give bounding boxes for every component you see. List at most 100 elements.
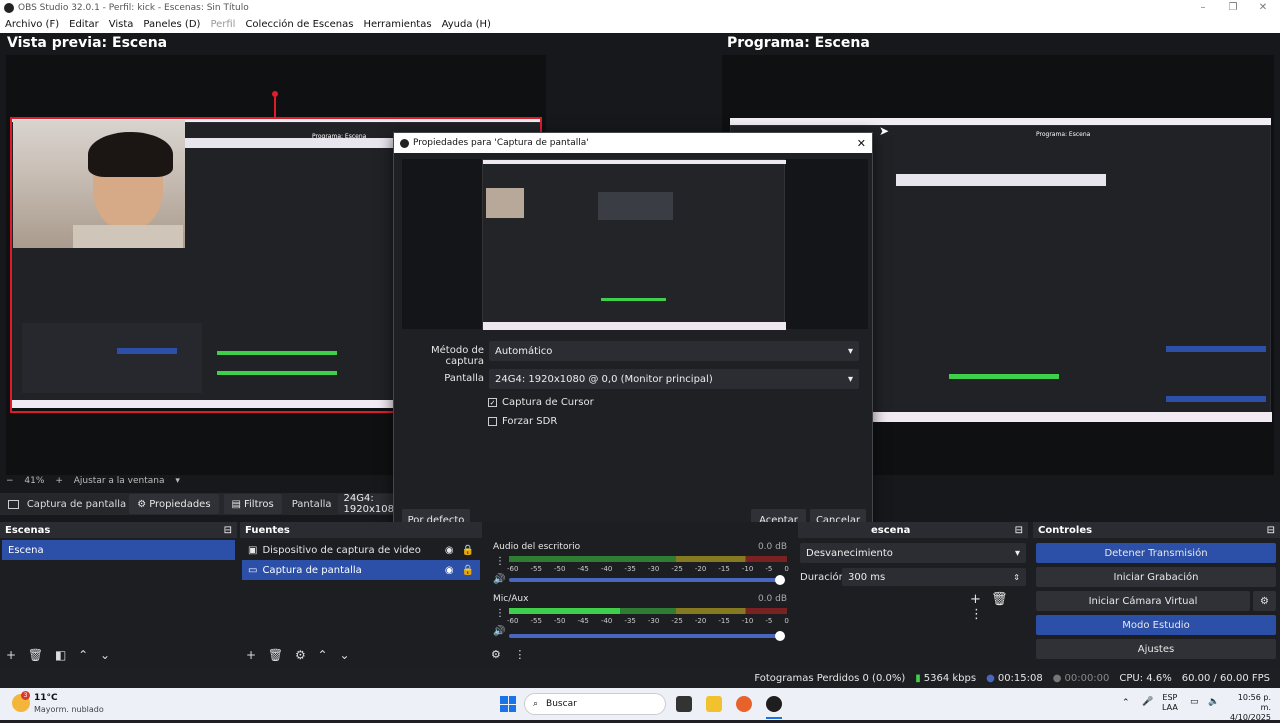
method-label: Método de captura (431, 345, 484, 367)
desktop-audio-db: 0.0 dB (757, 542, 787, 552)
zoom-in-icon[interactable]: + (55, 476, 63, 486)
desktop-volume-slider[interactable] (509, 575, 785, 585)
move-down-icon[interactable]: ⌄ (339, 648, 349, 662)
menu-archivo[interactable]: Archivo (F) (0, 19, 64, 30)
menu-ayuda[interactable]: Ayuda (H) (437, 19, 496, 30)
add-scene-icon[interactable]: + (6, 648, 16, 662)
mic-scale: -60 -55 -50 -45 -40 -35 -30 -25 -20 -15 -10 -5 0 (507, 617, 789, 625)
eye-icon[interactable]: ◉ (445, 565, 454, 576)
volume-icon[interactable]: 🔈 (1208, 697, 1219, 707)
slider-knob[interactable] (775, 631, 785, 641)
kebab-icon[interactable]: ⋮ (514, 648, 525, 661)
dock-menu-icon[interactable]: ⊟ (1267, 525, 1275, 536)
program-nested-meter (949, 374, 1059, 379)
scene-item[interactable]: Escena (2, 540, 235, 560)
cursor-label: Captura de Cursor (502, 397, 594, 408)
dialog-preview-taskbar (483, 322, 786, 330)
weather-temp: 11°C (34, 693, 58, 703)
filters-button[interactable]: ▤ Filtros (223, 494, 282, 514)
scenes-header: Escenas ⊟ (0, 522, 237, 538)
zoom-dropdown-icon[interactable]: ▾ (175, 476, 180, 486)
kebab-icon[interactable]: ⋮ (970, 607, 983, 622)
move-up-icon[interactable]: ⌃ (78, 648, 88, 662)
virtual-camera-button[interactable]: Iniciar Cámara Virtual (1036, 591, 1250, 611)
dock-menu-icon[interactable]: ⊟ (224, 525, 232, 536)
menu-herramientas[interactable]: Herramientas (358, 19, 436, 30)
source-props-icon[interactable]: ⚙ (295, 648, 306, 662)
add-transition-icon[interactable]: + (970, 592, 981, 607)
scene-filter-icon[interactable]: ◧ (55, 648, 66, 662)
lock-icon[interactable]: 🔒 (462, 545, 474, 556)
microphone-icon[interactable]: 🎤 (1142, 697, 1153, 707)
move-up-icon[interactable]: ⌃ (318, 648, 328, 662)
remove-scene-icon[interactable]: 🗑 (28, 648, 43, 662)
transition-select[interactable]: Desvanecimiento ▾ (800, 543, 1026, 563)
slider-knob[interactable] (775, 575, 785, 585)
source-item-screen[interactable]: ▭ Captura de pantalla ◉ 🔒 (242, 560, 480, 580)
cursor-checkbox[interactable]: ✓ (488, 397, 497, 407)
source-screen-label: Captura de pantalla (262, 564, 362, 576)
file-explorer-icon[interactable] (706, 696, 722, 712)
close-window-icon[interactable]: ✕ (1248, 0, 1278, 15)
dialog-preview-strip (483, 160, 786, 164)
tick: -60 (507, 565, 519, 573)
studio-mode-button[interactable]: Modo Estudio (1036, 615, 1276, 635)
speaker-icon[interactable]: 🔊 (493, 574, 505, 585)
obs-taskbar-icon[interactable] (766, 696, 782, 712)
display-select-dialog[interactable]: 24G4: 1920x1080 @ 0,0 (Monitor principal… (489, 369, 859, 389)
speaker-icon[interactable]: 🔊 (493, 626, 505, 637)
spinner-icon[interactable]: ⇕ (1013, 573, 1020, 582)
source-item-camera[interactable]: ▣ Dispositivo de captura de video ◉ 🔒 (242, 540, 480, 560)
task-view-icon[interactable] (676, 696, 692, 712)
sdr-checkbox[interactable] (488, 416, 497, 426)
settings-button[interactable]: Ajustes (1036, 639, 1276, 659)
method-select[interactable]: Automático ▾ (489, 341, 859, 361)
duration-spinbox[interactable]: 300 ms ⇕ (842, 568, 1026, 586)
monitor-icon (8, 499, 19, 509)
move-down-icon[interactable]: ⌄ (100, 648, 110, 662)
windows-start-icon[interactable] (500, 696, 516, 712)
language-indicator[interactable]: ESP LAA (1162, 693, 1178, 713)
stop-stream-button[interactable]: Detener Transmisión (1036, 543, 1276, 563)
duration-label: Duración (800, 572, 846, 583)
mic-volume-slider[interactable] (509, 631, 785, 641)
eye-icon[interactable]: ◉ (445, 545, 454, 556)
gear-icon: ⚙ (137, 498, 147, 510)
add-source-icon[interactable]: + (246, 648, 256, 662)
start-recording-button[interactable]: Iniciar Grabación (1036, 567, 1276, 587)
menu-perfil[interactable]: Perfil (205, 19, 240, 30)
dialog-close-icon[interactable]: ✕ (857, 137, 866, 150)
properties-button[interactable]: ⚙ Propiedades (129, 494, 219, 514)
mixer-settings-icon[interactable]: ⚙ (491, 648, 501, 661)
display-select[interactable]: 24G4: 1920x108 (337, 493, 400, 515)
virtual-camera-settings-icon[interactable]: ⚙ (1253, 591, 1276, 611)
webcam-feed (13, 120, 185, 248)
kebab-icon[interactable]: ⋮ (495, 556, 505, 567)
mixer-toolbar: ⚙ ⋮ (491, 648, 525, 661)
cursor-checkbox-row[interactable]: ✓ Captura de Cursor (488, 397, 594, 408)
minimize-icon[interactable]: – (1188, 0, 1218, 15)
firefox-icon[interactable] (736, 696, 752, 712)
sdr-checkbox-row[interactable]: Forzar SDR (488, 416, 557, 427)
window-titlebar: OBS Studio 32.0.1 - Perfil: kick - Escen… (0, 0, 1280, 15)
menu-coleccion[interactable]: Colección de Escenas (240, 19, 358, 30)
lock-icon[interactable]: 🔒 (462, 565, 474, 576)
tray-chevron-icon[interactable]: ⌃ (1122, 698, 1130, 708)
network-icon[interactable]: ▭ (1190, 697, 1199, 707)
clock[interactable]: 10:56 p. m. 4/10/2025 (1226, 693, 1271, 723)
search-icon: ⌕ (533, 699, 539, 709)
zoom-out-icon[interactable]: − (6, 476, 14, 486)
taskbar-search[interactable]: ⌕ Buscar (524, 693, 666, 715)
dock-menu-icon[interactable]: ⊟ (1015, 525, 1023, 536)
menu-paneles[interactable]: Paneles (D) (138, 19, 205, 30)
kebab-icon[interactable]: ⋮ (495, 608, 505, 619)
remove-transition-icon[interactable]: 🗑 (991, 592, 1008, 607)
controls-title: Controles (1038, 524, 1093, 536)
remove-source-icon[interactable]: 🗑 (268, 648, 283, 662)
source-camera-label: Dispositivo de captura de video (262, 544, 421, 556)
menu-editar[interactable]: Editar (64, 19, 104, 30)
zoom-fit[interactable]: Ajustar a la ventana (74, 476, 165, 486)
notification-badge: 3 (21, 691, 30, 700)
menu-vista[interactable]: Vista (104, 19, 139, 30)
maximize-icon[interactable]: ❐ (1218, 0, 1248, 15)
